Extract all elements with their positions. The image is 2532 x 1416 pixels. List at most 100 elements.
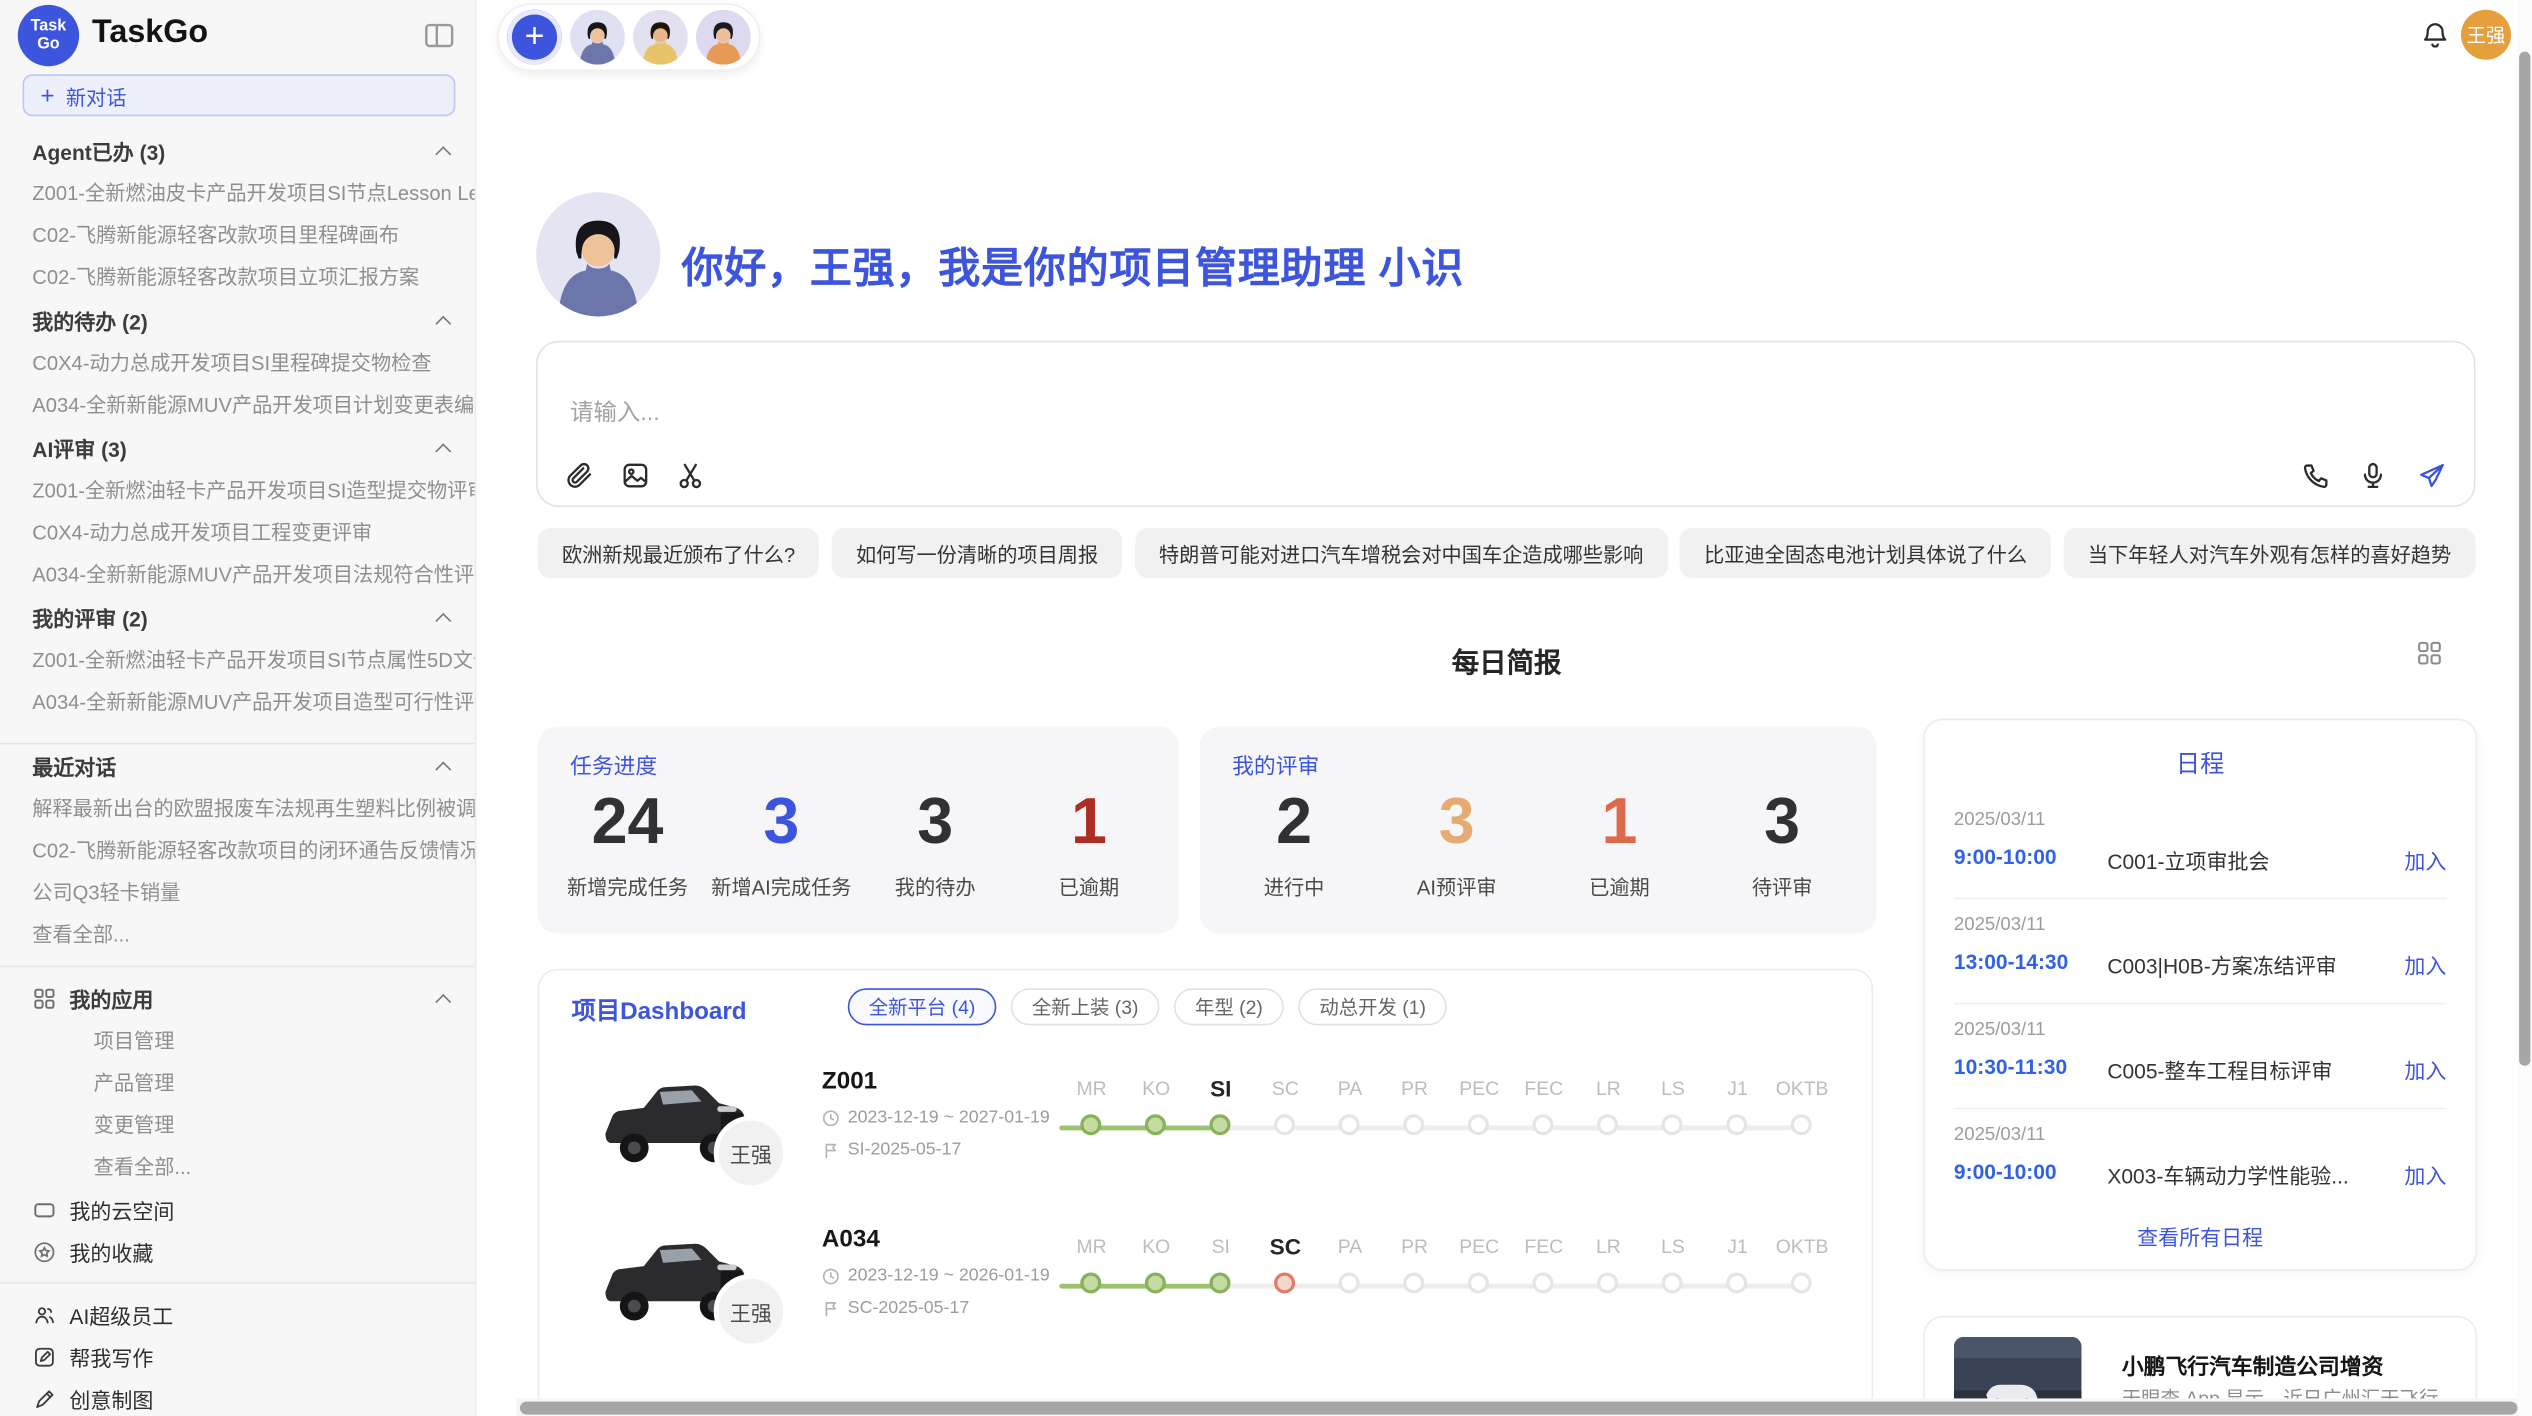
stat: 1已逾期 xyxy=(1538,788,1701,901)
app-logo: Task Go xyxy=(18,5,79,66)
chat-avatar[interactable] xyxy=(633,10,688,65)
sidebar-app-item[interactable]: 变更管理 xyxy=(0,1105,475,1147)
milestone-column: LR xyxy=(1576,1074,1641,1103)
sidebar-collapse-icon[interactable] xyxy=(423,19,455,51)
card-title: 我的评审 xyxy=(1232,748,1319,780)
sidebar-section-header[interactable]: 最近对话 xyxy=(0,744,475,788)
horizontal-scrollbar-thumb[interactable] xyxy=(520,1401,2518,1414)
sidebar-item[interactable]: C02-飞腾新能源轻客改款项目立项汇报方案 xyxy=(0,257,475,299)
chat-avatar[interactable] xyxy=(570,10,625,65)
join-link[interactable]: 加入 xyxy=(2404,950,2446,981)
event-time: 9:00-10:00 xyxy=(1954,1159,2057,1183)
sidebar-item-star[interactable]: 我的收藏 xyxy=(0,1230,475,1272)
milestone-label: PA xyxy=(1318,1232,1383,1261)
sidebar-app-item[interactable]: 产品管理 xyxy=(0,1063,475,1105)
sidebar-item[interactable]: 公司Q3轻卡销量 xyxy=(0,872,475,914)
milestone-dot xyxy=(1532,1114,1553,1135)
sidebar-section-header[interactable]: Agent已办 (3) xyxy=(0,129,475,173)
stat-value: 24 xyxy=(551,788,705,856)
suggestion-chip[interactable]: 特朗普可能对进口汽车增税会对中国车企造成哪些影响 xyxy=(1135,528,1668,578)
stat: 1已逾期 xyxy=(1012,788,1166,901)
sidebar-item[interactable]: A034-全新新能源MUV产品开发项目法规符合性评审 xyxy=(0,554,475,596)
layout-grid-icon[interactable] xyxy=(2416,639,2443,666)
milestone-label: J1 xyxy=(1705,1074,1770,1103)
scissors-icon[interactable] xyxy=(675,460,706,491)
chevron-up-icon xyxy=(435,993,451,1009)
sidebar-item[interactable]: Z001-全新燃油轻卡产品开发项目SI节点属性5D文件评审 xyxy=(0,639,475,681)
sidebar-section-header[interactable]: AI评审 (3) xyxy=(0,426,475,470)
image-icon[interactable] xyxy=(620,460,651,491)
phone-icon[interactable] xyxy=(2299,460,2330,491)
chat-input[interactable] xyxy=(570,400,2185,426)
milestone-label: PA xyxy=(1318,1074,1383,1103)
milestone-dot xyxy=(1079,1272,1100,1293)
new-chat-button[interactable]: + 新对话 xyxy=(23,74,456,116)
microphone-icon[interactable] xyxy=(2358,460,2389,491)
horizontal-scrollbar[interactable] xyxy=(517,1398,2532,1416)
project-row: 王强A0342023-12-19 ~ 2026-01-19SC-2025-05-… xyxy=(539,1206,1871,1364)
quick-chat-pill: + xyxy=(497,3,760,71)
suggestion-chip[interactable]: 比亚迪全固态电池计划具体说了什么 xyxy=(1680,528,2051,578)
user-avatar[interactable]: 王强 xyxy=(2461,10,2511,60)
star-icon xyxy=(32,1239,56,1263)
milestone-dot xyxy=(1661,1114,1682,1135)
sidebar-item[interactable]: Z001-全新燃油皮卡产品开发项目SI节点Lesson Learn报告 xyxy=(0,173,475,215)
dashboard-tab[interactable]: 动总开发 (1) xyxy=(1298,988,1447,1025)
dashboard-tab[interactable]: 全新上装 (3) xyxy=(1011,988,1160,1025)
chat-avatar[interactable] xyxy=(696,10,751,65)
milestone-dot xyxy=(1209,1114,1230,1135)
notification-bell-icon[interactable] xyxy=(2419,19,2451,51)
sidebar-item[interactable]: Z001-全新燃油轻卡产品开发项目SI造型提交物评审 xyxy=(0,470,475,512)
suggestion-chip[interactable]: 如何写一份清晰的项目周报 xyxy=(832,528,1123,578)
sidebar-item[interactable]: 解释最新出台的欧盟报废车法规再生塑料比例被调至15%... xyxy=(0,788,475,830)
join-link[interactable]: 加入 xyxy=(2404,1054,2446,1085)
sidebar-app-item[interactable]: 项目管理 xyxy=(0,1021,475,1063)
sidebar-tool-write[interactable]: 帮我写作 xyxy=(0,1335,475,1377)
sidebar-tool-pen[interactable]: 创意制图 xyxy=(0,1377,475,1416)
project-milestone-tag: SC-2025-05-17 xyxy=(822,1298,1050,1317)
sidebar-section-header[interactable]: 我的待办 (2) xyxy=(0,299,475,343)
sidebar-section-my-apps[interactable]: 我的应用 xyxy=(0,977,475,1021)
dashboard-tab[interactable]: 全新平台 (4) xyxy=(848,988,997,1025)
schedule-event: 2025/03/119:00-10:00X003-车辆动力学性能验...加入 xyxy=(1954,1109,2447,1214)
sidebar-item-cloud[interactable]: 我的云空间 xyxy=(0,1188,475,1230)
sidebar-item[interactable]: A034-全新新能源MUV产品开发项目造型可行性评审 xyxy=(0,681,475,723)
sidebar-tool-people[interactable]: AI超级员工 xyxy=(0,1293,475,1335)
dashboard-tab[interactable]: 年型 (2) xyxy=(1174,988,1284,1025)
sidebar-section-title: 我的待办 (2) xyxy=(32,305,147,336)
sidebar-item[interactable]: A034-全新新能源MUV产品开发项目计划变更表编写 xyxy=(0,384,475,426)
milestone-dot xyxy=(1467,1272,1488,1293)
new-chat-label: 新对话 xyxy=(66,80,127,111)
project-date-range: 2023-12-19 ~ 2026-01-19 xyxy=(822,1266,1050,1285)
event-date: 2025/03/11 xyxy=(1954,1021,2046,1040)
schedule-event: 2025/03/1110:30-11:30C005-整车工程目标评审加入 xyxy=(1954,1004,2447,1109)
vertical-scrollbar-thumb[interactable] xyxy=(2519,52,2530,1066)
sidebar-app-item[interactable]: 查看全部... xyxy=(0,1147,475,1189)
sidebar-item[interactable]: C0X4-动力总成开发项目SI里程碑提交物检查 xyxy=(0,342,475,384)
milestone-dot xyxy=(1338,1272,1359,1293)
sidebar-item[interactable]: C02-飞腾新能源轻客改款项目里程碑画布 xyxy=(0,215,475,257)
join-link[interactable]: 加入 xyxy=(2404,1159,2446,1190)
milestone-label: FEC xyxy=(1511,1074,1576,1103)
view-all-schedule-link[interactable]: 查看所有日程 xyxy=(1925,1221,2476,1252)
vertical-scrollbar[interactable] xyxy=(2517,0,2532,1416)
event-date: 2025/03/11 xyxy=(1954,811,2046,830)
milestone-label: MR xyxy=(1059,1232,1124,1261)
suggestion-chip[interactable]: 当下年轻人对汽车外观有怎样的喜好趋势 xyxy=(2064,528,2476,578)
new-agent-chat-button[interactable]: + xyxy=(507,10,562,65)
composer-left-icons xyxy=(565,460,705,491)
project-code: Z001 xyxy=(822,1067,1050,1094)
milestone-column: FEC xyxy=(1511,1074,1576,1103)
join-link[interactable]: 加入 xyxy=(2404,845,2446,876)
milestone-labels: MRKOSISCPAPRPECFECLRLSJ1OKTB xyxy=(1059,1232,1834,1261)
send-icon[interactable] xyxy=(2416,460,2447,491)
sidebar-item[interactable]: C02-飞腾新能源轻客改款项目的闭环通告反馈情况 xyxy=(0,830,475,872)
attachment-icon[interactable] xyxy=(565,460,596,491)
milestone-label: PR xyxy=(1382,1074,1447,1103)
project-owner-badge: 王强 xyxy=(714,1274,788,1348)
sidebar-item[interactable]: 查看全部... xyxy=(0,914,475,956)
sidebar-item-label: AI超级员工 xyxy=(69,1299,173,1330)
sidebar-section-header[interactable]: 我的评审 (2) xyxy=(0,596,475,640)
sidebar-item[interactable]: C0X4-动力总成开发项目工程变更评审 xyxy=(0,512,475,554)
suggestion-chip[interactable]: 欧洲新规最近颁布了什么? xyxy=(538,528,820,578)
